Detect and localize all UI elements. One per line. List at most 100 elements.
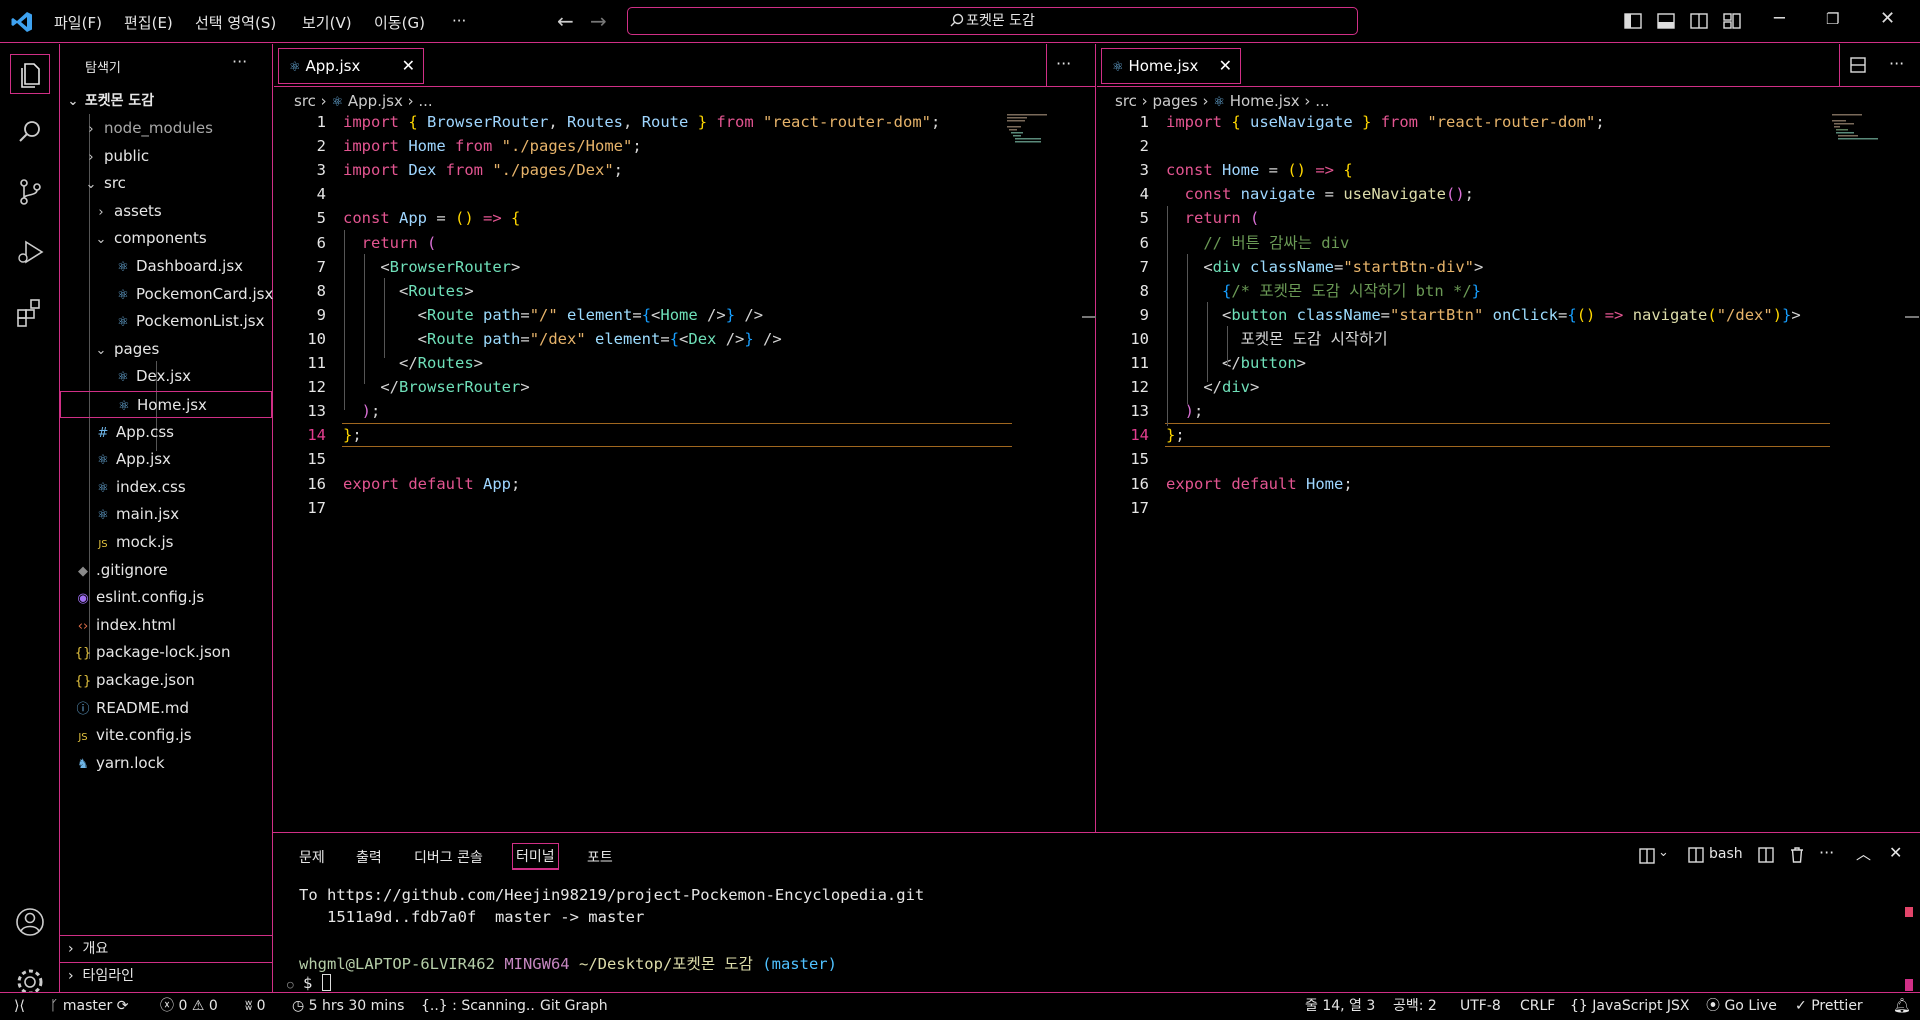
- search-view-icon[interactable]: [10, 112, 50, 152]
- tree-item[interactable]: ⚛ Home.jsx: [60, 391, 272, 418]
- toggle-secondary-sidebar-icon[interactable]: [1689, 11, 1709, 31]
- tree-item[interactable]: {} package-lock.json: [60, 639, 272, 666]
- menu-file[interactable]: 파일(F): [54, 12, 102, 33]
- tree-item[interactable]: {} package.json: [60, 667, 272, 694]
- ports-status[interactable]: ʬ 0: [245, 993, 266, 1020]
- restore-icon[interactable]: ❐: [1826, 10, 1839, 28]
- toggle-panel-icon[interactable]: [1656, 11, 1676, 31]
- branch-status[interactable]: ᚴ master ⟳: [50, 993, 128, 1020]
- tree-item[interactable]: ⚛ PockemonCard.jsx: [60, 281, 273, 308]
- editor-more-button[interactable]: ···: [1056, 54, 1071, 73]
- menu-selection[interactable]: 선택 영역(S): [195, 12, 276, 33]
- scrollbar-right[interactable]: [1905, 316, 1919, 318]
- panel-tab-terminal[interactable]: 터미널: [512, 843, 559, 870]
- close-tab-icon[interactable]: ✕: [1219, 49, 1232, 83]
- breadcrumb-file[interactable]: Home.jsx: [1230, 92, 1300, 110]
- split-terminal-icon[interactable]: [1758, 847, 1774, 863]
- menu-view[interactable]: 보기(V): [302, 12, 352, 33]
- split-editor-icon[interactable]: [1849, 56, 1867, 74]
- command-center-search[interactable]: 포켓몬 도감: [627, 7, 1358, 35]
- tree-item[interactable]: ⚛ Dex.jsx: [60, 363, 272, 390]
- tree-item[interactable]: # App.css: [60, 419, 272, 446]
- close-panel-icon[interactable]: ✕: [1889, 843, 1902, 862]
- breadcrumb-src[interactable]: src: [294, 92, 316, 110]
- extensions-icon[interactable]: [10, 292, 50, 332]
- tree-item[interactable]: ⌄ src: [60, 170, 272, 197]
- eol-status[interactable]: CRLF: [1520, 993, 1555, 1020]
- code-editor-right[interactable]: 1 import { useNavigate } from "react-rout…: [1097, 110, 1920, 810]
- tree-item[interactable]: › node_modules: [60, 115, 272, 142]
- go-live-button[interactable]: ⦿ Go Live: [1706, 993, 1777, 1020]
- breadcrumb-more[interactable]: ...: [418, 92, 432, 110]
- tab-home-jsx[interactable]: ⚛ Home.jsx ✕: [1101, 48, 1241, 84]
- tree-item[interactable]: ♞ yarn.lock: [60, 750, 272, 777]
- minimap-left[interactable]: [1007, 114, 1067, 154]
- terminal-shell-name[interactable]: bash: [1709, 846, 1743, 862]
- remote-icon[interactable]: ⟩⟨: [14, 993, 25, 1020]
- panel-tab-problems[interactable]: 문제: [299, 847, 325, 867]
- source-control-icon[interactable]: [10, 172, 50, 212]
- breadcrumb-file[interactable]: App.jsx: [348, 92, 403, 110]
- tree-item[interactable]: ◉ eslint.config.js: [60, 584, 272, 611]
- close-window-icon[interactable]: ✕: [1880, 8, 1895, 29]
- menu-more[interactable]: ···: [452, 12, 466, 30]
- breadcrumb-more[interactable]: ...: [1315, 92, 1329, 110]
- tree-item[interactable]: JS vite.config.js: [60, 722, 272, 749]
- tree-item[interactable]: ⚛ Dashboard.jsx: [60, 253, 272, 280]
- terminal-input-line[interactable]: ○ $: [287, 974, 331, 992]
- trash-icon[interactable]: [1789, 846, 1805, 863]
- editor-more-button[interactable]: ···: [1889, 54, 1904, 73]
- tree-item[interactable]: ⌄ components: [60, 225, 272, 252]
- notifications-bell-icon[interactable]: 🔔︎: [1893, 993, 1911, 1020]
- outline-section[interactable]: › 개요: [60, 935, 272, 962]
- panel-tab-ports[interactable]: 포트: [587, 847, 613, 867]
- run-debug-icon[interactable]: [10, 232, 50, 272]
- language-mode[interactable]: {} JavaScript JSX: [1570, 993, 1690, 1020]
- tree-item[interactable]: ⓘ README.md: [60, 695, 272, 722]
- minimap-right[interactable]: [1832, 114, 1892, 154]
- tree-item-label: .gitignore: [96, 560, 168, 579]
- account-icon[interactable]: [10, 902, 50, 942]
- panel-tab-output[interactable]: 출력: [356, 847, 382, 867]
- panel-tab-debug-console[interactable]: 디버그 콘솔: [414, 847, 483, 867]
- panel-more-button[interactable]: ···: [1819, 843, 1834, 862]
- scanning-status[interactable]: {..} : Scanning..: [421, 993, 535, 1020]
- chevron-down-icon[interactable]: ⌄: [1658, 845, 1669, 860]
- tree-item[interactable]: ◆ .gitignore: [60, 557, 272, 584]
- scrollbar-left[interactable]: [1082, 316, 1096, 318]
- workspace-root[interactable]: ⌄ 포켓몬 도감: [60, 88, 272, 115]
- breadcrumb-pages[interactable]: pages: [1152, 92, 1197, 110]
- explorer-icon[interactable]: [10, 54, 50, 94]
- tree-item[interactable]: ⚛ App.jsx: [60, 446, 272, 473]
- customize-layout-icon[interactable]: [1722, 11, 1742, 31]
- indentation-status[interactable]: 공백: 2: [1393, 993, 1437, 1020]
- wakatime-status[interactable]: ◷ 5 hrs 30 mins: [292, 993, 404, 1020]
- tree-item[interactable]: ⚛ PockemonList.jsx: [60, 308, 272, 335]
- menu-edit[interactable]: 편집(E): [124, 12, 173, 33]
- encoding-status[interactable]: UTF-8: [1460, 993, 1501, 1020]
- tree-item[interactable]: ⚛ index.css: [60, 474, 272, 501]
- menu-go[interactable]: 이동(G): [374, 12, 425, 33]
- explorer-more-button[interactable]: ···: [232, 52, 247, 71]
- problems-status[interactable]: ⓧ 0 ⚠ 0: [160, 993, 218, 1020]
- maximize-panel-icon[interactable]: ︿: [1856, 843, 1871, 864]
- new-terminal-split-icon[interactable]: [1638, 847, 1656, 865]
- minimize-icon[interactable]: ─: [1774, 8, 1785, 29]
- prettier-status[interactable]: ✓ Prettier: [1795, 993, 1863, 1020]
- breadcrumb-src[interactable]: src: [1115, 92, 1137, 110]
- tree-item[interactable]: ⌄ pages: [60, 336, 272, 363]
- toggle-sidebar-icon[interactable]: [1623, 11, 1643, 31]
- tab-app-jsx[interactable]: ⚛ App.jsx ✕: [278, 48, 424, 84]
- tree-item[interactable]: › assets: [60, 198, 272, 225]
- forward-arrow-icon[interactable]: →: [590, 9, 607, 33]
- code-editor-left[interactable]: 1 import { BrowserRouter, Routes, Route }…: [274, 110, 1096, 810]
- tree-item[interactable]: ⚛ main.jsx: [60, 501, 272, 528]
- back-arrow-icon[interactable]: ←: [557, 9, 574, 33]
- git-graph-button[interactable]: Git Graph: [540, 993, 608, 1020]
- close-tab-icon[interactable]: ✕: [402, 49, 415, 83]
- tree-item[interactable]: ‹› index.html: [60, 612, 272, 639]
- tree-item[interactable]: JS mock.js: [60, 529, 272, 556]
- cursor-position[interactable]: 줄 14, 열 3: [1305, 993, 1375, 1020]
- timeline-section[interactable]: › 타임라인: [60, 962, 272, 989]
- tree-item[interactable]: › public: [60, 143, 272, 170]
